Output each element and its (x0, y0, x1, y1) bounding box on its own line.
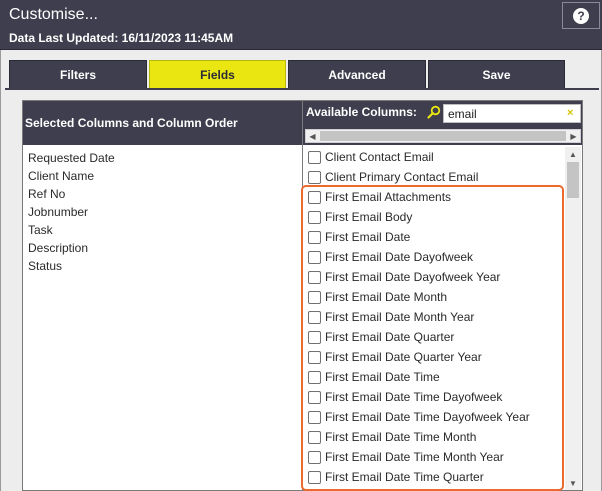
column-checkbox[interactable] (308, 330, 321, 344)
column-checkbox[interactable] (308, 270, 321, 284)
panel-divider (302, 101, 303, 491)
column-checkbox[interactable] (308, 410, 321, 424)
available-column-item[interactable]: First Email Date Time Dayofweek Year (305, 407, 563, 427)
tab-filters[interactable]: Filters (9, 60, 147, 89)
column-checkbox[interactable] (308, 350, 321, 364)
available-column-item[interactable]: First Email Date Time Dayofweek (305, 387, 563, 407)
column-checkbox[interactable] (308, 230, 321, 244)
available-column-item[interactable]: First Email Date Time (305, 367, 563, 387)
clear-search-icon[interactable]: × (567, 107, 573, 119)
vertical-scrollbar[interactable]: ▲ ▼ (565, 147, 581, 490)
column-checkbox[interactable] (308, 390, 321, 404)
available-column-item[interactable]: First Email Date Time Month Year (305, 447, 563, 467)
available-column-item[interactable]: First Email Date Time Month (305, 427, 563, 447)
tab-underline (5, 88, 599, 90)
available-columns-heading: Available Columns: (306, 105, 417, 119)
available-column-item[interactable]: First Email Date Dayofweek (305, 247, 563, 267)
selected-column-item[interactable]: Requested Date (28, 149, 115, 167)
horizontal-scrollbar[interactable]: ◀ ▶ (305, 129, 581, 143)
column-checkbox[interactable] (308, 150, 321, 164)
data-last-updated: Data Last Updated: 16/11/2023 11:45AM (9, 31, 234, 45)
column-checkbox[interactable] (308, 190, 321, 204)
search-icon (427, 105, 441, 119)
column-checkbox[interactable] (308, 210, 321, 224)
selected-column-item[interactable]: Status (28, 257, 115, 275)
available-column-item[interactable]: Client Contact Email (305, 147, 563, 167)
horizontal-scroll-thumb[interactable] (320, 131, 566, 141)
available-column-item[interactable]: First Email Date (305, 227, 563, 247)
available-column-item[interactable]: Client Primary Contact Email (305, 167, 563, 187)
column-search-input[interactable] (443, 104, 581, 123)
available-columns-list: Client Contact Email Client Primary Cont… (305, 147, 563, 491)
selected-column-item[interactable]: Client Name (28, 167, 115, 185)
tab-fields[interactable]: Fields (149, 60, 286, 89)
column-checkbox[interactable] (308, 310, 321, 324)
column-checkbox[interactable] (308, 450, 321, 464)
available-column-item[interactable]: First Email Body (305, 207, 563, 227)
dialog-title: Customise... (9, 6, 98, 23)
selected-columns-list: Requested Date Client Name Ref No Jobnum… (28, 149, 115, 275)
tab-save[interactable]: Save (428, 60, 565, 89)
vertical-scroll-thumb[interactable] (567, 162, 579, 198)
columns-panel: Selected Columns and Column Order Reques… (22, 100, 583, 491)
column-checkbox[interactable] (308, 290, 321, 304)
available-column-item[interactable]: First Email Attachments (305, 187, 563, 207)
selected-column-item[interactable]: Task (28, 221, 115, 239)
available-column-item[interactable]: First Email Date Dayofweek Year (305, 267, 563, 287)
available-column-item[interactable]: First Email Date Month (305, 287, 563, 307)
available-column-item[interactable]: First Email Date Month Year (305, 307, 563, 327)
scroll-left-icon[interactable]: ◀ (306, 130, 319, 142)
scroll-right-icon[interactable]: ▶ (567, 130, 580, 142)
selected-columns-heading: Selected Columns and Column Order (23, 101, 302, 145)
column-checkbox[interactable] (308, 170, 321, 184)
column-checkbox[interactable] (308, 250, 321, 264)
column-checkbox[interactable] (308, 470, 321, 484)
scroll-down-icon[interactable]: ▼ (565, 476, 581, 490)
scroll-up-icon[interactable]: ▲ (565, 147, 581, 161)
column-checkbox[interactable] (308, 370, 321, 384)
column-checkbox[interactable] (308, 430, 321, 444)
help-icon: ? (573, 7, 589, 24)
available-column-item[interactable]: First Email Date Quarter Year (305, 347, 563, 367)
selected-column-item[interactable]: Description (28, 239, 115, 257)
selected-column-item[interactable]: Jobnumber (28, 203, 115, 221)
available-column-item[interactable]: First Email Date Quarter (305, 327, 563, 347)
selected-column-item[interactable]: Ref No (28, 185, 115, 203)
help-button[interactable]: ? (562, 2, 600, 29)
tab-advanced[interactable]: Advanced (288, 60, 426, 89)
dialog-header: Customise... Data Last Updated: 16/11/20… (0, 0, 602, 50)
available-column-item[interactable]: First Email Date Time Quarter (305, 467, 563, 487)
